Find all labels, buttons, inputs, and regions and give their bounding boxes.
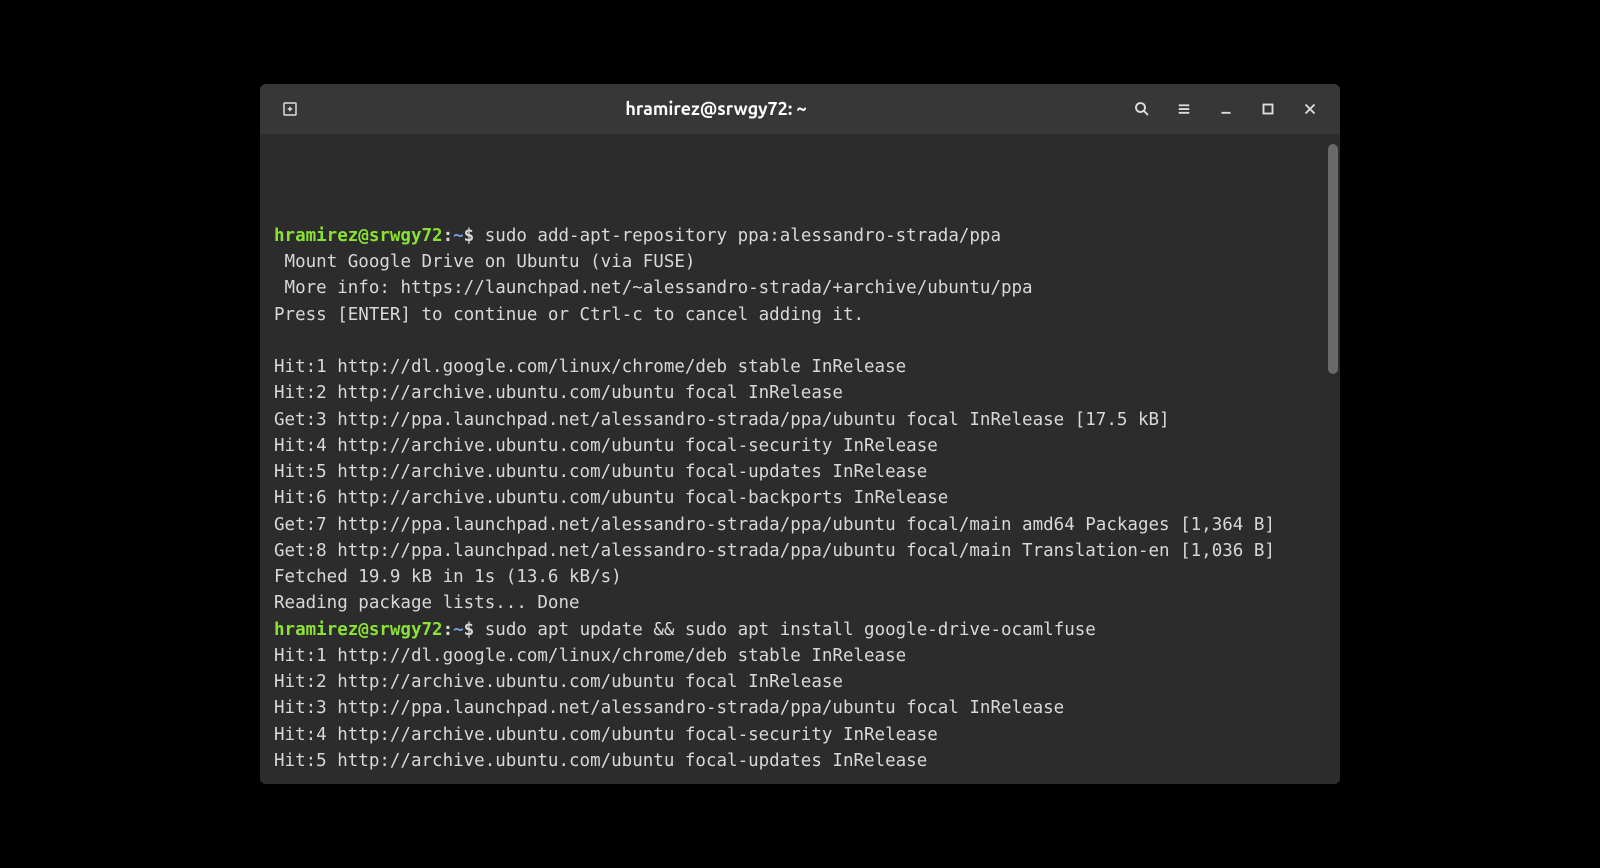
new-tab-button[interactable]	[272, 91, 308, 127]
window-title: hramirez@srwgy72: ~	[308, 99, 1124, 119]
output-line: Get:8 http://ppa.launchpad.net/alessandr…	[274, 538, 1326, 564]
search-icon[interactable]	[1124, 91, 1160, 127]
prompt-dollar: $	[464, 620, 485, 640]
output-line: Get:3 http://ppa.launchpad.net/alessandr…	[274, 407, 1326, 433]
prompt-separator: :	[443, 226, 454, 246]
prompt-path: ~	[453, 620, 464, 640]
output-line: Hit:6 http://archive.ubuntu.com/ubuntu f…	[274, 485, 1326, 511]
blank-line	[274, 328, 1326, 354]
minimize-button[interactable]	[1208, 91, 1244, 127]
output-line: Hit:2 http://archive.ubuntu.com/ubuntu f…	[274, 669, 1326, 695]
terminal-body[interactable]: hramirez@srwgy72:~$ sudo add-apt-reposit…	[260, 134, 1340, 784]
output-line: Press [ENTER] to continue or Ctrl-c to c…	[274, 302, 1326, 328]
output-line: Hit:1 http://dl.google.com/linux/chrome/…	[274, 354, 1326, 380]
titlebar: hramirez@srwgy72: ~	[260, 84, 1340, 134]
close-button[interactable]	[1292, 91, 1328, 127]
output-line: Hit:1 http://dl.google.com/linux/chrome/…	[274, 643, 1326, 669]
output-line: More info: https://launchpad.net/~alessa…	[274, 275, 1326, 301]
maximize-button[interactable]	[1250, 91, 1286, 127]
output-line: Reading package lists... Done	[274, 590, 1326, 616]
prompt-dollar: $	[464, 226, 485, 246]
output-line: Hit:3 http://ppa.launchpad.net/alessandr…	[274, 695, 1326, 721]
prompt-path: ~	[453, 226, 464, 246]
terminal-window: hramirez@srwgy72: ~	[260, 84, 1340, 784]
output-line: Mount Google Drive on Ubuntu (via FUSE)	[274, 249, 1326, 275]
output-line: Hit:2 http://archive.ubuntu.com/ubuntu f…	[274, 380, 1326, 406]
scrollbar[interactable]	[1328, 144, 1338, 374]
command-line: hramirez@srwgy72:~$ sudo apt update && s…	[274, 617, 1326, 643]
command-line: hramirez@srwgy72:~$ sudo add-apt-reposit…	[274, 223, 1326, 249]
menu-icon[interactable]	[1166, 91, 1202, 127]
prompt-separator: :	[443, 620, 454, 640]
command-text: sudo apt update && sudo apt install goog…	[485, 620, 1096, 640]
prompt-user-host: hramirez@srwgy72	[274, 226, 443, 246]
output-line: Hit:5 http://archive.ubuntu.com/ubuntu f…	[274, 748, 1326, 774]
output-line: Hit:4 http://archive.ubuntu.com/ubuntu f…	[274, 722, 1326, 748]
output-line: Hit:5 http://archive.ubuntu.com/ubuntu f…	[274, 459, 1326, 485]
output-line: Fetched 19.9 kB in 1s (13.6 kB/s)	[274, 564, 1326, 590]
output-line: Hit:4 http://archive.ubuntu.com/ubuntu f…	[274, 433, 1326, 459]
prompt-user-host: hramirez@srwgy72	[274, 620, 443, 640]
output-line: Get:7 http://ppa.launchpad.net/alessandr…	[274, 512, 1326, 538]
command-text: sudo add-apt-repository ppa:alessandro-s…	[485, 226, 1001, 246]
